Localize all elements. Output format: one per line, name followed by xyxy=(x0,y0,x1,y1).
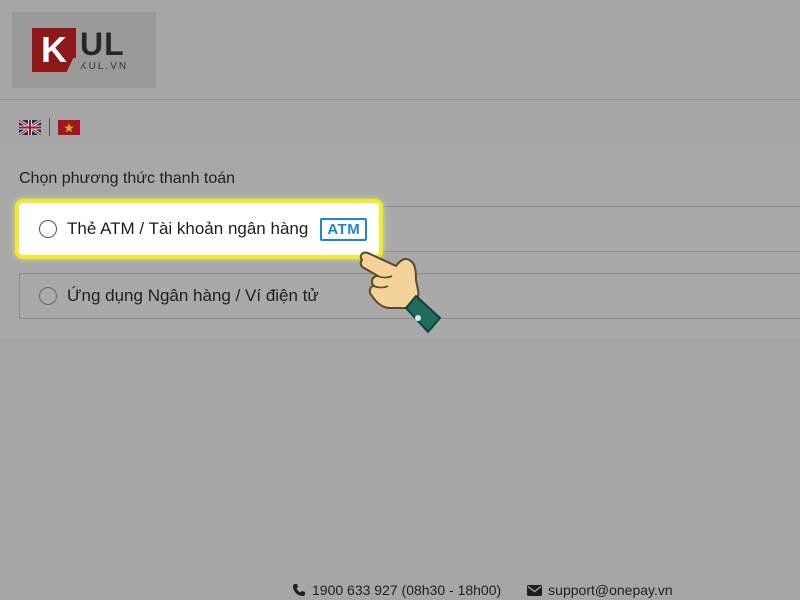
payment-option-atm[interactable]: Thẻ ATM / Tài khoản ngân hàng ATM xyxy=(15,199,383,259)
logo-text: UL xyxy=(80,26,125,62)
payment-method-title: Chọn phương thức thanh toán xyxy=(19,170,236,187)
logo-wordmark: UL KUL.VN xyxy=(80,28,128,72)
radio-app[interactable] xyxy=(39,287,57,305)
payment-option-app-label: Ứng dụng Ngân hàng / Ví điện tử xyxy=(67,286,319,305)
payment-option-atm-label: Thẻ ATM / Tài khoản ngân hàng xyxy=(67,219,309,238)
footer-phone: 1900 633 927 (08h30 - 18h00) xyxy=(292,582,501,598)
uk-flag-icon[interactable] xyxy=(19,119,41,135)
phone-icon xyxy=(293,584,305,596)
footer-email: support@onepay.vn xyxy=(527,582,673,598)
header-divider xyxy=(0,99,800,100)
footer: 1900 633 927 (08h30 - 18h00) support@one… xyxy=(292,582,673,598)
language-switcher xyxy=(19,118,80,136)
envelope-icon xyxy=(527,584,543,596)
vn-flag-icon[interactable] xyxy=(58,119,80,135)
radio-atm[interactable] xyxy=(39,220,57,238)
logo-mark: K xyxy=(32,28,76,72)
flag-separator xyxy=(49,118,50,136)
footer-phone-text[interactable]: 1900 633 927 (08h30 - 18h00) xyxy=(312,582,501,598)
atm-badge: ATM xyxy=(320,217,368,241)
footer-email-text[interactable]: support@onepay.vn xyxy=(548,582,672,598)
logo-subtext: KUL.VN xyxy=(80,61,129,72)
pointing-hand-icon xyxy=(359,251,441,333)
logo: K UL KUL.VN xyxy=(12,12,156,88)
